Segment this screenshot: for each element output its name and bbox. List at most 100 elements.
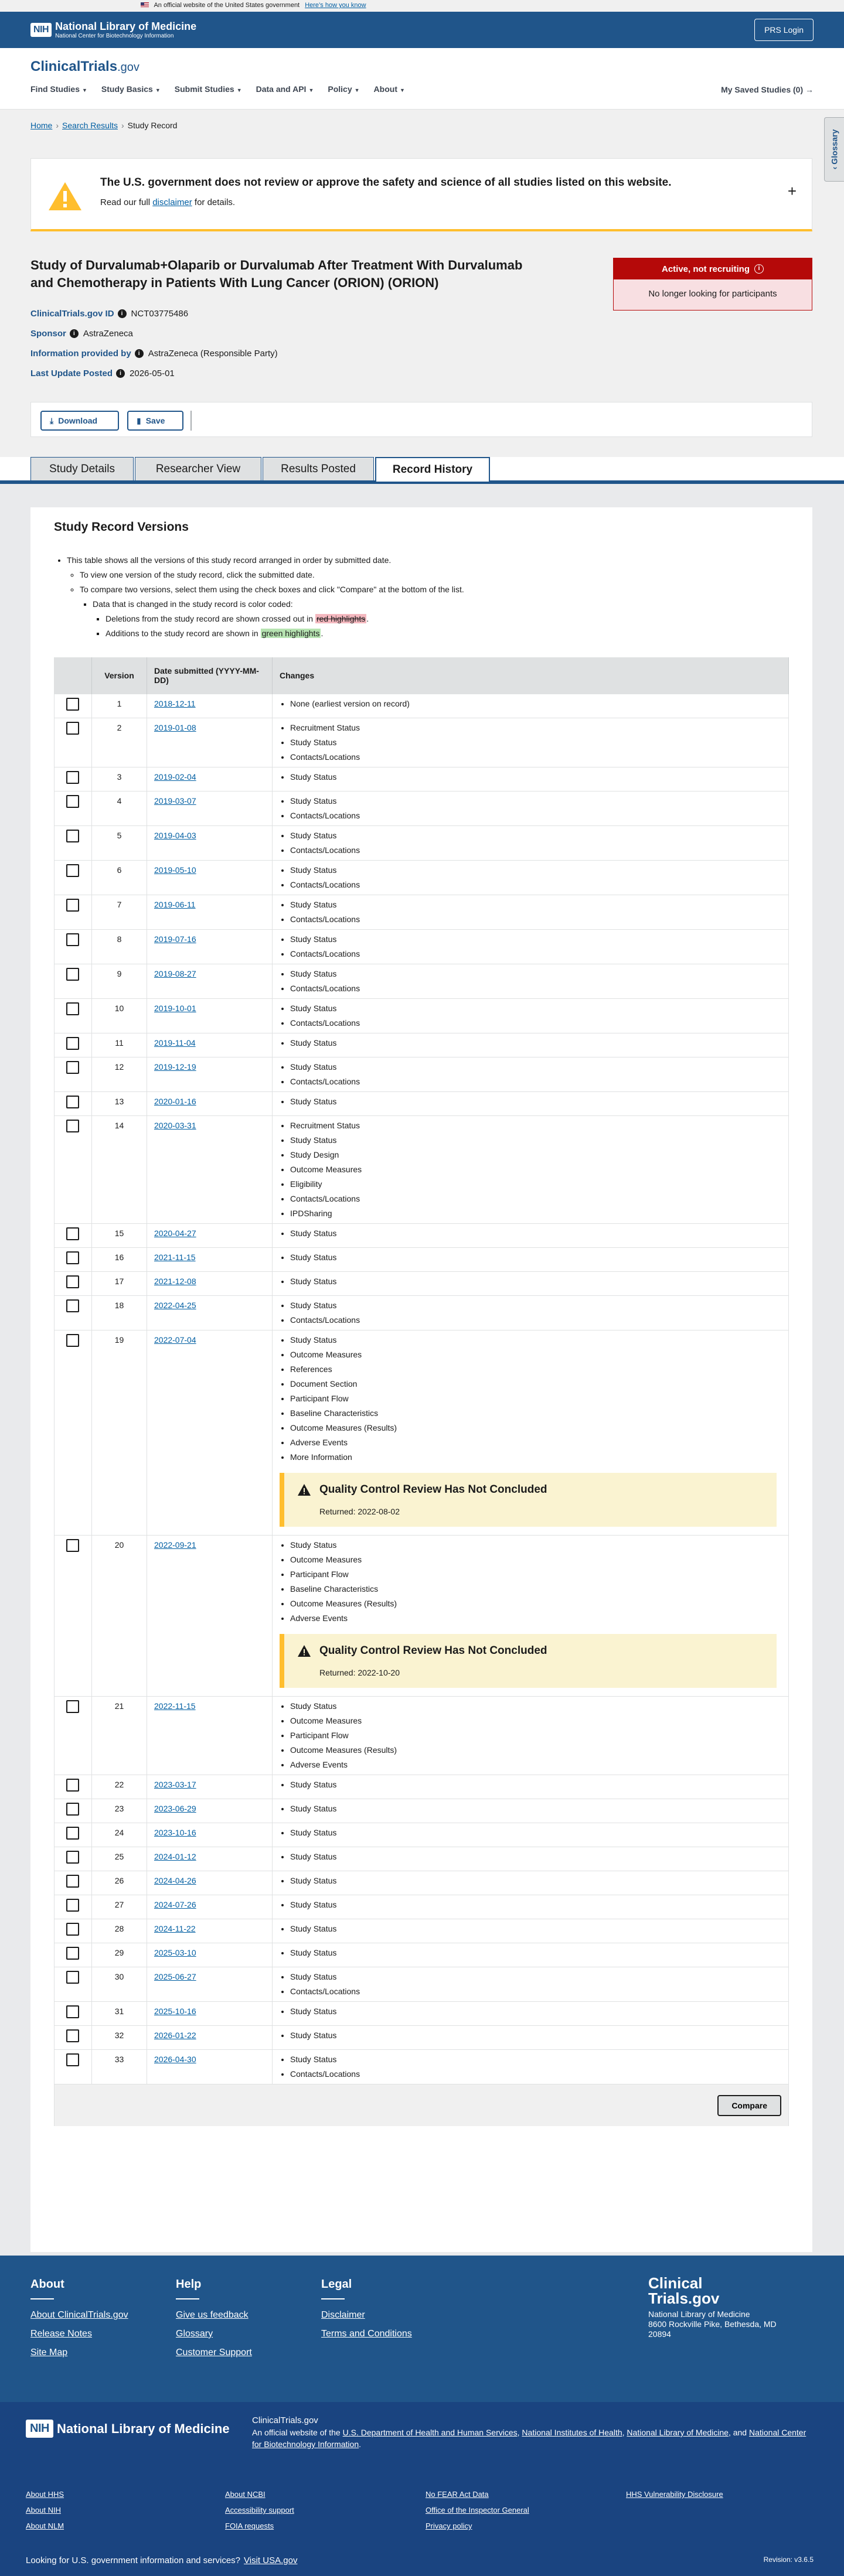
version-checkbox[interactable]	[66, 967, 79, 981]
version-checkbox[interactable]	[66, 898, 79, 912]
version-date-link[interactable]: 2021-11-15	[154, 1253, 196, 1262]
version-date-link[interactable]: 2020-04-27	[154, 1229, 196, 1238]
footer-link[interactable]: About HHS	[26, 2490, 64, 2499]
version-date-link[interactable]: 2022-11-15	[154, 1701, 196, 1711]
info-icon[interactable]: i	[754, 264, 764, 274]
version-checkbox[interactable]	[66, 1333, 79, 1347]
version-date-link[interactable]: 2020-03-31	[154, 1121, 196, 1130]
version-date-link[interactable]: 2019-11-04	[154, 1038, 196, 1048]
info-icon[interactable]: i	[117, 309, 127, 318]
version-checkbox[interactable]	[66, 1802, 79, 1816]
version-checkbox[interactable]	[66, 1275, 79, 1288]
prs-login-button[interactable]: PRS Login	[754, 19, 814, 41]
version-date-link[interactable]: 2024-04-26	[154, 1876, 196, 1885]
version-checkbox[interactable]	[66, 1946, 79, 1960]
breadcrumb-home[interactable]: Home	[30, 121, 52, 130]
nlm-link[interactable]: National Library of Medicine	[627, 2428, 729, 2437]
footer-link[interactable]: Disclaimer	[321, 2310, 412, 2321]
hhs-link[interactable]: U.S. Department of Health and Human Serv…	[343, 2428, 518, 2437]
nav-policy[interactable]: Policy ▼	[328, 84, 359, 94]
version-date-link[interactable]: 2019-05-10	[154, 865, 196, 875]
footer-link[interactable]: HHS Vulnerability Disclosure	[626, 2490, 723, 2499]
footer-link[interactable]: Office of the Inspector General	[426, 2506, 529, 2514]
version-checkbox[interactable]	[66, 1970, 79, 1984]
footer-nlm-logo[interactable]: NIH National Library of Medicine	[26, 2420, 230, 2438]
version-checkbox[interactable]	[66, 1826, 79, 1840]
version-date-link[interactable]: 2025-10-16	[154, 2007, 196, 2016]
saved-studies-link[interactable]: My Saved Studies (0) →	[721, 85, 814, 94]
version-checkbox[interactable]	[66, 1095, 79, 1108]
version-date-link[interactable]: 2026-01-22	[154, 2031, 196, 2040]
version-checkbox[interactable]	[66, 770, 79, 784]
version-checkbox[interactable]	[66, 1227, 79, 1240]
version-date-link[interactable]: 2025-06-27	[154, 1972, 196, 1981]
disclaimer-link[interactable]: disclaimer	[152, 197, 192, 207]
version-date-link[interactable]: 2021-12-08	[154, 1277, 196, 1286]
version-checkbox[interactable]	[66, 829, 79, 842]
download-button[interactable]: ⤓ Download	[40, 411, 119, 431]
version-date-link[interactable]: 2026-04-30	[154, 2055, 196, 2064]
visit-usa-link[interactable]: Visit USA.gov	[244, 2555, 297, 2565]
footer-link[interactable]: About NIH	[26, 2506, 64, 2514]
version-checkbox[interactable]	[66, 1002, 79, 1015]
version-checkbox[interactable]	[66, 1036, 79, 1050]
version-date-link[interactable]: 2019-12-19	[154, 1062, 196, 1072]
version-date-link[interactable]: 2024-11-22	[154, 1924, 196, 1933]
footer-link[interactable]: Site Map	[30, 2348, 128, 2358]
footer-link[interactable]: About NCBI	[225, 2490, 294, 2499]
version-date-link[interactable]: 2022-09-21	[154, 1540, 196, 1550]
nav-find-studies[interactable]: Find Studies ▼	[30, 84, 87, 94]
info-icon[interactable]: i	[69, 329, 79, 338]
version-checkbox[interactable]	[66, 1119, 79, 1132]
nlm-logo[interactable]: NIH National Library of Medicine Nationa…	[30, 21, 196, 39]
footer-link[interactable]: About NLM	[26, 2522, 64, 2530]
breadcrumb-search-results[interactable]: Search Results	[62, 121, 118, 130]
version-date-link[interactable]: 2019-07-16	[154, 934, 196, 944]
nav-data-api[interactable]: Data and API ▼	[256, 84, 314, 94]
clinicaltrials-logo[interactable]: ClinicalTrials.gov	[30, 59, 139, 75]
footer-link[interactable]: FOIA requests	[225, 2522, 294, 2530]
version-checkbox[interactable]	[66, 1299, 79, 1312]
version-checkbox[interactable]	[66, 1922, 79, 1936]
expand-plus-icon[interactable]: +	[788, 182, 797, 200]
version-checkbox[interactable]	[66, 1538, 79, 1552]
version-date-link[interactable]: 2024-07-26	[154, 1900, 196, 1909]
footer-link[interactable]: Privacy policy	[426, 2522, 529, 2530]
version-checkbox[interactable]	[66, 1874, 79, 1888]
version-date-link[interactable]: 2019-01-08	[154, 723, 196, 732]
how-you-know-link[interactable]: Here’s how you know	[305, 2, 366, 9]
footer-link[interactable]: Release Notes	[30, 2329, 128, 2339]
version-checkbox[interactable]	[66, 933, 79, 946]
version-date-link[interactable]: 2019-10-01	[154, 1004, 196, 1013]
footer-link[interactable]: About ClinicalTrials.gov	[30, 2310, 128, 2321]
version-date-link[interactable]: 2020-01-16	[154, 1097, 196, 1106]
tab-results-posted[interactable]: Results Posted	[263, 457, 374, 480]
version-checkbox[interactable]	[66, 1850, 79, 1864]
compare-button[interactable]: Compare	[717, 2094, 781, 2116]
nav-about[interactable]: About ▼	[374, 84, 405, 94]
version-checkbox[interactable]	[66, 721, 79, 735]
version-date-link[interactable]: 2019-02-04	[154, 772, 196, 782]
version-checkbox[interactable]	[66, 1700, 79, 1713]
tab-study-details[interactable]: Study Details	[30, 457, 134, 480]
footer-link[interactable]: Terms and Conditions	[321, 2329, 412, 2339]
version-checkbox[interactable]	[66, 2029, 79, 2042]
version-checkbox[interactable]	[66, 1898, 79, 1912]
info-icon[interactable]: i	[116, 369, 125, 378]
footer-link[interactable]: Glossary	[176, 2329, 252, 2339]
version-date-link[interactable]: 2022-07-04	[154, 1335, 196, 1345]
save-button[interactable]: ▮ Save	[127, 411, 183, 431]
version-checkbox[interactable]	[66, 1251, 79, 1264]
nih-link[interactable]: National Institutes of Health	[522, 2428, 622, 2437]
version-checkbox[interactable]	[66, 1060, 79, 1074]
version-date-link[interactable]: 2024-01-12	[154, 1852, 196, 1861]
footer-link[interactable]: Accessibility support	[225, 2506, 294, 2514]
version-date-link[interactable]: 2019-03-07	[154, 796, 196, 806]
footer-link[interactable]: No FEAR Act Data	[426, 2490, 529, 2499]
version-date-link[interactable]: 2019-04-03	[154, 831, 196, 840]
version-date-link[interactable]: 2023-03-17	[154, 1780, 196, 1789]
version-date-link[interactable]: 2019-06-11	[154, 900, 196, 909]
version-checkbox[interactable]	[66, 2005, 79, 2018]
glossary-tab[interactable]: ‹ Glossary	[824, 117, 844, 182]
version-checkbox[interactable]	[66, 697, 79, 711]
